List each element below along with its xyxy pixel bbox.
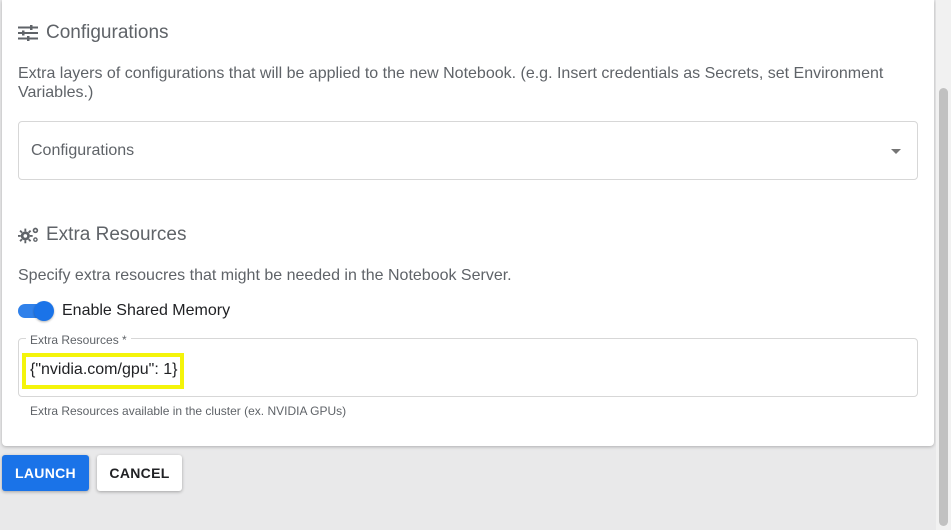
extra-resources-field-label: Extra Resources * [26, 333, 131, 347]
scrollbar-thumb[interactable] [939, 88, 948, 526]
shared-memory-toggle[interactable] [18, 301, 54, 321]
configurations-section-title: Configurations [18, 22, 169, 44]
extra-resources-hint: Extra Resources available in the cluster… [30, 404, 347, 418]
extra-resources-input[interactable]: {"nvidia.com/gpu": 1} [22, 353, 185, 389]
extra-resources-section-title: Extra Resources [18, 224, 186, 246]
dropdown-arrow-icon[interactable] [891, 149, 901, 154]
configurations-title-text: Configurations [46, 22, 169, 43]
cancel-button[interactable]: CANCEL [97, 455, 182, 491]
shared-memory-label: Enable Shared Memory [62, 302, 231, 319]
gears-icon [18, 225, 40, 245]
notebook-form-card: Configurations Extra layers of configura… [2, 0, 934, 446]
launch-button[interactable]: LAUNCH [2, 455, 89, 491]
configurations-select[interactable]: Configurations [18, 121, 918, 180]
extra-resources-title-text: Extra Resources [46, 224, 187, 245]
extra-resources-description: Specify extra resoucres that might be ne… [18, 267, 512, 284]
configurations-select-label: Configurations [31, 141, 135, 159]
configurations-description: Extra layers of configurations that will… [18, 65, 884, 101]
tune-sliders-icon [18, 23, 40, 43]
toggle-thumb [34, 301, 54, 321]
